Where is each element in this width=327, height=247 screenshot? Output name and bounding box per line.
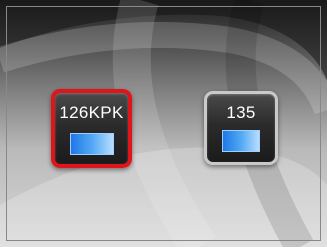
film-format-screen: 126KPK 135: [0, 0, 327, 247]
format-tile-126kpk[interactable]: 126KPK: [51, 89, 132, 168]
format-label: 135: [226, 103, 256, 122]
format-label: 126KPK: [59, 103, 124, 122]
film-cartridge-icon: [70, 133, 114, 155]
format-tile-135[interactable]: 135: [204, 91, 278, 165]
film-cartridge-icon: [222, 130, 260, 152]
